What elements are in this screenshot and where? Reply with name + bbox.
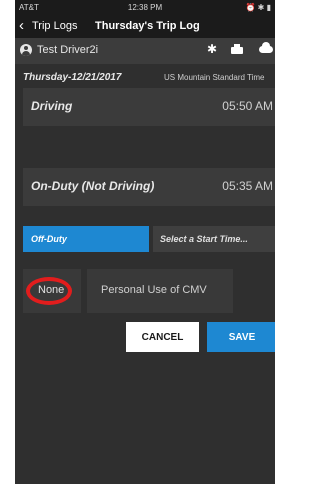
log-entry-time: 05:35 AM bbox=[222, 179, 273, 193]
status-time: 12:38 PM bbox=[127, 3, 163, 12]
trip-log-content: Thursday-12/21/2017 US Mountain Standard… bbox=[15, 64, 275, 484]
log-entry-on-duty[interactable]: On-Duty (Not Driving) 05:35 AM bbox=[23, 168, 275, 206]
off-duty-status-button[interactable]: Off-Duty bbox=[23, 226, 149, 252]
bluetooth-icon[interactable]: ✱ bbox=[207, 42, 217, 56]
cancel-button[interactable]: CANCEL bbox=[126, 322, 199, 352]
navigation-bar: ‹ Trip Logs Thursday's Trip Log bbox=[15, 16, 275, 38]
status-indicators: ⏰ ✱ ▮ bbox=[245, 3, 271, 12]
page-title: Thursday's Trip Log bbox=[95, 20, 200, 32]
app-screen: AT&T 12:38 PM ⏰ ✱ ▮ ‹ Trip Logs Thursday… bbox=[15, 0, 275, 484]
cloud-icon[interactable] bbox=[259, 42, 273, 53]
truck-icon[interactable] bbox=[231, 44, 243, 54]
log-entry-driving[interactable]: Driving 05:50 AM bbox=[23, 88, 275, 126]
status-bar: AT&T 12:38 PM ⏰ ✱ ▮ bbox=[15, 0, 275, 16]
select-start-time-button[interactable]: Select a Start Time... bbox=[153, 226, 275, 252]
personal-use-option-button[interactable]: Personal Use of CMV bbox=[87, 269, 233, 313]
log-date: Thursday-12/21/2017 bbox=[23, 72, 122, 83]
log-entry-status: On-Duty (Not Driving) bbox=[31, 179, 155, 193]
save-button[interactable]: SAVE bbox=[207, 322, 275, 352]
log-entry-time: 05:50 AM bbox=[222, 99, 273, 113]
back-chevron-icon[interactable]: ‹ bbox=[19, 18, 24, 34]
timezone-label: US Mountain Standard Time bbox=[164, 73, 265, 82]
off-duty-label: Off-Duty bbox=[31, 234, 67, 244]
back-button[interactable]: Trip Logs bbox=[32, 20, 77, 32]
log-entry-status: Driving bbox=[31, 99, 73, 113]
duty-change-row: Off-Duty Select a Start Time... bbox=[23, 226, 275, 252]
user-avatar-icon bbox=[20, 44, 32, 56]
personal-use-option-label: Personal Use of CMV bbox=[101, 284, 207, 296]
log-date-row: Thursday-12/21/2017 US Mountain Standard… bbox=[15, 70, 275, 86]
highlight-circle-annotation bbox=[26, 277, 72, 305]
driver-name: Test Driver2i bbox=[37, 44, 99, 56]
start-time-placeholder: Select a Start Time... bbox=[160, 234, 248, 244]
driver-bar: Test Driver2i ✱ bbox=[15, 38, 275, 64]
